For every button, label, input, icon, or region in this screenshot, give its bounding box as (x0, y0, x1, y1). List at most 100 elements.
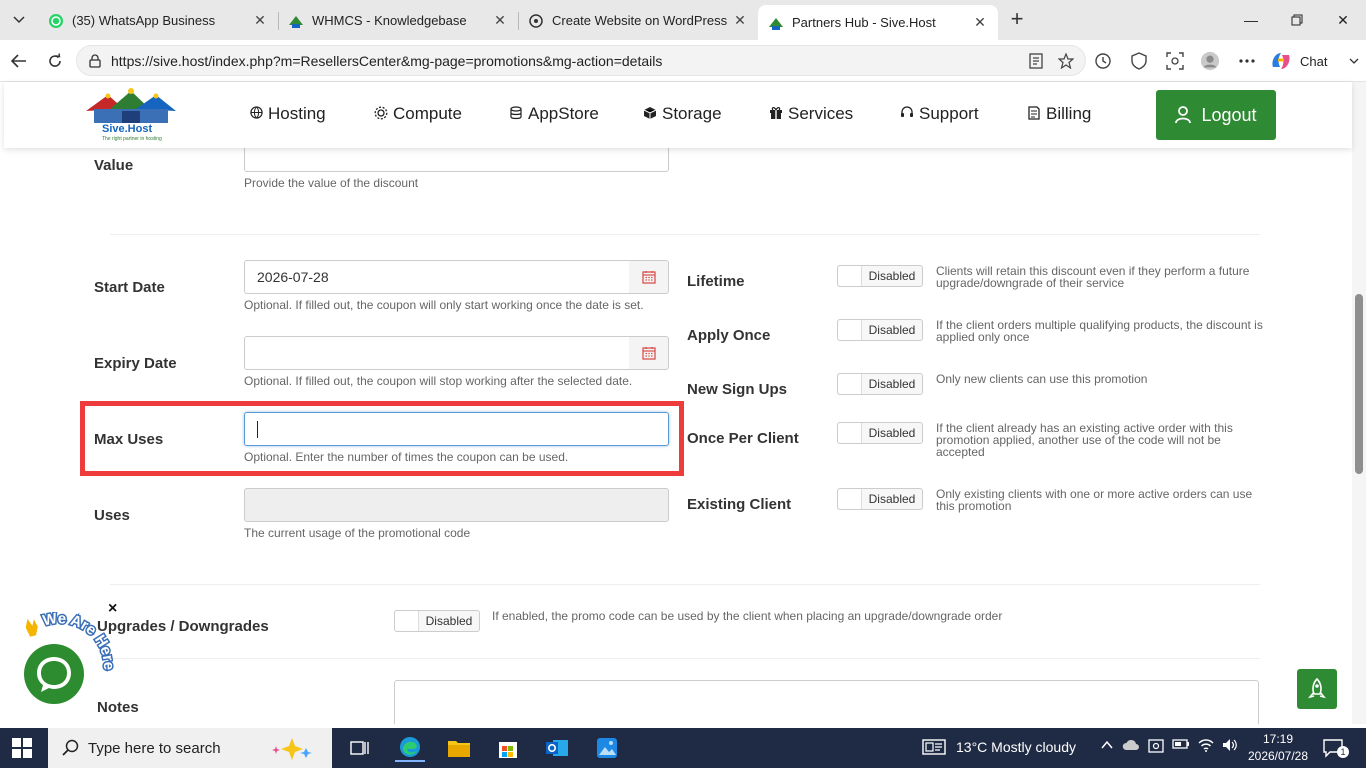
tab-wordpress[interactable]: Create Website on WordPress ✕ (518, 5, 758, 36)
task-view-icon[interactable] (345, 734, 375, 762)
scrollbar-thumb[interactable] (1355, 294, 1363, 474)
clock-date: 2026/07/28 (1247, 749, 1309, 763)
tab-whmcs[interactable]: WHMCS - Knowledgebase ✕ (278, 5, 518, 36)
chevron-up-icon[interactable] (1100, 738, 1114, 754)
upgrades-downgrades-desc: If enabled, the promo code can be used b… (492, 609, 1003, 623)
back-to-top-rocket-button[interactable] (1297, 669, 1337, 709)
lifetime-label: Lifetime (687, 273, 745, 290)
value-input[interactable] (244, 148, 669, 172)
window-close-icon[interactable]: ✕ (1320, 8, 1366, 32)
minimize-icon[interactable]: — (1228, 8, 1274, 32)
microsoft-store-icon[interactable] (493, 734, 523, 762)
restore-icon[interactable] (1274, 8, 1320, 32)
database-icon (508, 105, 524, 123)
existing-client-label: Existing Client (687, 496, 792, 513)
new-sign-ups-label: New Sign Ups (687, 381, 788, 398)
copilot-chat-button[interactable]: Chat (1270, 48, 1360, 74)
sive-host-logo[interactable]: Sive.Host The right partner in hosting (84, 87, 178, 143)
shield-icon[interactable] (1129, 51, 1149, 71)
url-text: https://sive.host/index.php?m=ResellersC… (111, 52, 663, 69)
expiry-date-label: Expiry Date (94, 355, 177, 372)
close-icon[interactable]: ✕ (492, 12, 508, 29)
uses-input (244, 488, 669, 522)
nav-storage[interactable]: Storage (642, 104, 722, 124)
tab-whatsapp[interactable]: (35) WhatsApp Business ✕ (38, 5, 278, 36)
back-arrow-icon[interactable] (6, 48, 32, 74)
close-icon[interactable]: ✕ (972, 14, 988, 31)
onedrive-cloud-icon[interactable] (1122, 738, 1140, 754)
page-scrollbar[interactable] (1352, 82, 1366, 724)
headset-icon (899, 105, 915, 123)
section-divider (110, 234, 1260, 235)
toggle-knob (838, 266, 862, 286)
photos-app-icon[interactable] (592, 734, 622, 762)
taskbar-clock[interactable]: 17:19 2026/07/28 (1246, 731, 1310, 765)
apply-once-toggle[interactable]: Disabled (837, 319, 923, 341)
logout-button[interactable]: Logout (1156, 90, 1276, 140)
new-sign-ups-toggle[interactable]: Disabled (837, 373, 923, 395)
new-sign-ups-desc: Only new clients can use this promotion (936, 372, 1148, 386)
url-bar[interactable]: https://sive.host/index.php?m=ResellersC… (76, 45, 1086, 76)
toggle-knob (395, 611, 419, 631)
calendar-icon[interactable] (629, 260, 669, 294)
new-tab-plus-icon[interactable]: + (1006, 8, 1028, 31)
nav-billing[interactable]: Billing (1026, 104, 1091, 124)
search-icon (62, 739, 80, 757)
nav-services[interactable]: Services (768, 104, 853, 124)
lock-icon[interactable] (87, 53, 103, 69)
start-date-input[interactable]: 2026-07-28 (244, 260, 630, 294)
battery-icon[interactable] (1172, 738, 1190, 754)
nav-support[interactable]: Support (899, 104, 979, 124)
start-date-label: Start Date (94, 279, 165, 296)
start-date-help: Optional. If filled out, the coupon will… (244, 298, 644, 312)
tab-list-chevron-icon[interactable] (6, 8, 32, 32)
more-menu-icon[interactable] (1237, 51, 1257, 71)
toggle-state: Disabled (868, 492, 916, 506)
existing-client-toggle[interactable]: Disabled (837, 488, 923, 510)
search-placeholder: Type here to search (88, 739, 221, 757)
toggle-knob (838, 320, 862, 340)
clock-time: 17:19 (1262, 732, 1294, 746)
expiry-date-input[interactable] (244, 336, 630, 370)
logo-text: Sive.Host (102, 123, 153, 135)
live-chat-button[interactable] (24, 644, 84, 704)
wifi-icon[interactable] (1198, 738, 1214, 754)
calendar-icon[interactable] (629, 336, 669, 370)
nav-label: Services (788, 104, 854, 123)
nav-hosting[interactable]: Hosting (248, 104, 326, 124)
toggle-state: Disabled (868, 269, 916, 283)
history-icon[interactable] (1093, 51, 1113, 71)
chat-bubble-icon (31, 651, 77, 697)
edge-browser-icon[interactable] (395, 734, 425, 762)
nav-label: AppStore (528, 104, 599, 123)
uses-help: The current usage of the promotional cod… (244, 526, 471, 540)
tab-partners-hub[interactable]: Partners Hub - Sive.Host ✕ (758, 5, 998, 40)
favorite-star-icon[interactable] (1057, 52, 1075, 70)
reader-view-icon[interactable] (1027, 52, 1045, 70)
toggle-state: Disabled (868, 323, 916, 337)
taskbar-search-box[interactable]: Type here to search (48, 728, 332, 768)
box-icon (642, 106, 658, 123)
lifetime-toggle[interactable]: Disabled (837, 265, 923, 287)
notification-center-icon[interactable]: 1 (1322, 738, 1349, 758)
close-icon[interactable]: ✕ (252, 12, 268, 29)
browser-tab-strip: (35) WhatsApp Business ✕ WHMCS - Knowled… (0, 0, 1366, 40)
profile-avatar-icon[interactable] (1200, 51, 1220, 71)
once-per-client-toggle[interactable]: Disabled (837, 422, 923, 444)
outlook-icon[interactable] (542, 734, 572, 762)
logout-label: Logout (1201, 104, 1257, 125)
file-explorer-icon[interactable] (444, 734, 474, 762)
nav-appstore[interactable]: AppStore (508, 104, 599, 124)
close-icon[interactable]: ✕ (732, 12, 748, 29)
screenshot-icon[interactable] (1165, 51, 1185, 71)
windows-start-icon[interactable] (12, 738, 34, 760)
meet-now-icon[interactable] (1148, 738, 1164, 754)
nav-compute[interactable]: Compute (373, 104, 462, 124)
whatsapp-icon (48, 13, 64, 29)
volume-icon[interactable] (1222, 738, 1238, 754)
refresh-icon[interactable] (42, 48, 68, 74)
sive-host-icon (768, 15, 784, 31)
notes-textarea[interactable] (394, 680, 1259, 724)
weather-widget[interactable]: 13°C Mostly cloudy (922, 738, 1076, 756)
upgrades-downgrades-toggle[interactable]: Disabled (394, 610, 480, 632)
